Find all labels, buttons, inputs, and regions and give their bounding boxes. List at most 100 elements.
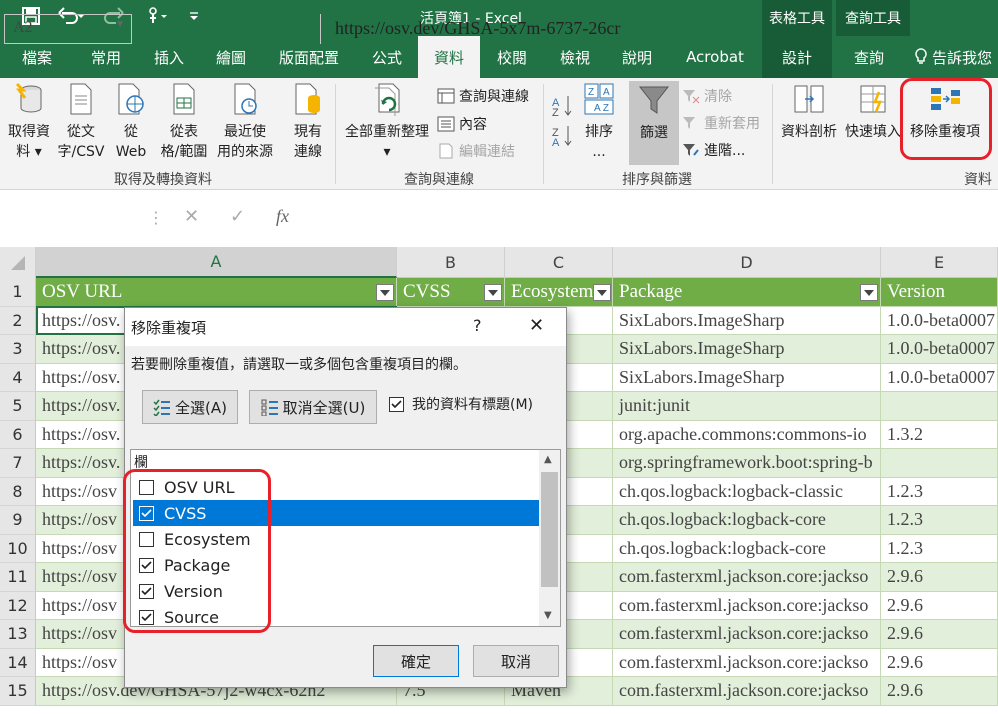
table-cell-d[interactable]: ch.qos.logback:logback-classic bbox=[613, 477, 881, 506]
table-cell-d[interactable]: junit:junit bbox=[613, 392, 881, 421]
row-header[interactable]: 6 bbox=[0, 420, 36, 449]
table-cell-d[interactable]: SixLabors.ImageSharp bbox=[613, 306, 881, 335]
insert-function-icon[interactable]: fx bbox=[276, 206, 289, 227]
row-header[interactable]: 14 bbox=[0, 648, 36, 677]
flash-fill-icon bbox=[860, 85, 886, 113]
enter-entry-icon[interactable]: ✓ bbox=[230, 206, 245, 227]
help-button[interactable]: ? bbox=[473, 316, 482, 335]
table-cell-d[interactable]: org.apache.commons:commons-io bbox=[613, 420, 881, 449]
row-header[interactable]: 3 bbox=[0, 335, 36, 364]
scroll-down-icon[interactable]: ▼ bbox=[544, 610, 552, 621]
table-cell-e[interactable]: 1.2.3 bbox=[881, 534, 998, 563]
text-to-columns-button[interactable]: 資料剖析 bbox=[777, 82, 841, 142]
table-cell-d[interactable]: org.springframework.boot:spring-b bbox=[613, 449, 881, 478]
filter-dropdown-icon[interactable] bbox=[593, 284, 611, 301]
row-header[interactable]: 5 bbox=[0, 392, 36, 421]
table-cell-d[interactable]: ch.qos.logback:logback-core bbox=[613, 506, 881, 535]
cancel-button[interactable]: 取消 bbox=[473, 645, 559, 677]
from-web-button[interactable]: 從 Web bbox=[108, 82, 154, 162]
row-header[interactable]: 15 bbox=[0, 677, 36, 706]
from-table-button[interactable]: 從表 格/範圍 bbox=[156, 82, 212, 162]
table-cell-d[interactable]: com.fasterxml.jackson.core:jackso bbox=[613, 563, 881, 592]
row-header[interactable]: 9 bbox=[0, 506, 36, 535]
column-header-a[interactable]: A bbox=[36, 247, 397, 278]
table-cell-e[interactable]: 2.9.6 bbox=[881, 563, 998, 592]
row-header[interactable]: 2 bbox=[0, 306, 36, 335]
table-cell-e[interactable]: 1.2.3 bbox=[881, 506, 998, 535]
recent-sources-button[interactable]: 最近使 用的來源 bbox=[212, 82, 278, 162]
refresh-all-button[interactable]: 全部重新整理 ▾ bbox=[340, 82, 434, 162]
table-document-icon bbox=[173, 83, 195, 115]
advanced-filter-button[interactable]: 進階... bbox=[682, 140, 745, 160]
clear-filter-button[interactable]: 清除 bbox=[682, 86, 732, 106]
header-cell-version[interactable]: Version bbox=[881, 278, 998, 307]
table-cell-e[interactable]: 1.0.0-beta0007 bbox=[881, 335, 998, 364]
existing-connections-button[interactable]: 現有 連線 bbox=[284, 82, 332, 162]
row-header[interactable]: 1 bbox=[0, 278, 36, 307]
table-cell-e[interactable]: 1.0.0-beta0007 bbox=[881, 306, 998, 335]
filter-dropdown-icon[interactable] bbox=[484, 284, 502, 301]
sort-ascending-icon[interactable]: AZZA bbox=[548, 88, 576, 154]
filter-button[interactable]: 篩選 bbox=[629, 81, 679, 165]
table-cell-e[interactable]: 1.2.3 bbox=[881, 477, 998, 506]
select-all-button[interactable]: 全選(A) bbox=[142, 390, 238, 424]
tab-insert[interactable]: 插入 bbox=[138, 36, 200, 78]
column-header-c[interactable]: C bbox=[505, 247, 613, 278]
header-cell-osv-url[interactable]: OSV URL bbox=[36, 278, 397, 307]
unselect-all-button[interactable]: 取消全選(U) bbox=[249, 390, 377, 424]
table-cell-e[interactable] bbox=[881, 449, 998, 478]
filter-dropdown-icon[interactable] bbox=[376, 284, 394, 301]
sort-icon: Z A A Z bbox=[584, 83, 614, 115]
row-header[interactable]: 7 bbox=[0, 449, 36, 478]
scroll-up-icon[interactable]: ▲ bbox=[544, 454, 552, 465]
name-box[interactable]: A2 ▼ bbox=[4, 14, 132, 44]
table-cell-e[interactable]: 2.9.6 bbox=[881, 648, 998, 677]
has-headers-checkbox[interactable]: 我的資料有標題(M) bbox=[389, 394, 533, 414]
cancel-entry-icon[interactable]: ✕ bbox=[184, 206, 199, 227]
row-header[interactable]: 11 bbox=[0, 563, 36, 592]
table-cell-d[interactable]: com.fasterxml.jackson.core:jackso bbox=[613, 591, 881, 620]
table-cell-e[interactable] bbox=[881, 392, 998, 421]
column-header-b[interactable]: B bbox=[397, 247, 505, 278]
customize-qat-icon[interactable] bbox=[188, 7, 200, 29]
header-cell-package[interactable]: Package bbox=[613, 278, 881, 307]
scrollbar[interactable]: ▲ ▼ bbox=[539, 450, 560, 626]
flash-fill-button[interactable]: 快速填入 bbox=[842, 82, 904, 142]
table-cell-d[interactable]: com.fasterxml.jackson.core:jackso bbox=[613, 620, 881, 649]
checkbox bbox=[389, 396, 404, 412]
table-cell-e[interactable]: 1.3.2 bbox=[881, 420, 998, 449]
column-header-e[interactable]: E bbox=[881, 247, 998, 278]
row-header[interactable]: 13 bbox=[0, 620, 36, 649]
row-header[interactable]: 10 bbox=[0, 534, 36, 563]
table-cell-e[interactable]: 2.9.6 bbox=[881, 620, 998, 649]
properties-button[interactable]: 內容 bbox=[437, 114, 487, 134]
close-icon[interactable]: ✕ bbox=[529, 315, 544, 336]
clear-filter-icon bbox=[683, 90, 700, 104]
get-data-button[interactable]: 取得資 料 ▾ bbox=[2, 82, 56, 162]
column-header-d[interactable]: D bbox=[613, 247, 881, 278]
scrollbar-thumb[interactable] bbox=[541, 472, 558, 587]
table-cell-d[interactable]: com.fasterxml.jackson.core:jackso bbox=[613, 648, 881, 677]
filter-dropdown-icon[interactable] bbox=[860, 284, 878, 301]
row-header[interactable]: 8 bbox=[0, 477, 36, 506]
reapply-button[interactable]: 重新套用 bbox=[682, 113, 760, 133]
from-csv-button[interactable]: 從文 字/CSV bbox=[54, 82, 108, 162]
table-cell-d[interactable]: com.fasterxml.jackson.core:jackso bbox=[613, 677, 881, 706]
row-header[interactable]: 12 bbox=[0, 591, 36, 620]
table-cell-d[interactable]: SixLabors.ImageSharp bbox=[613, 363, 881, 392]
sort-button[interactable]: ZAA Z 排序 ... bbox=[578, 82, 620, 162]
edit-links-button[interactable]: 編輯連結 bbox=[437, 141, 515, 161]
table-cell-e[interactable]: 1.0.0-beta0007 bbox=[881, 363, 998, 392]
table-cell-e[interactable]: 2.9.6 bbox=[881, 591, 998, 620]
table-cell-d[interactable]: ch.qos.logback:logback-core bbox=[613, 534, 881, 563]
ok-button[interactable]: 確定 bbox=[373, 645, 459, 677]
formula-input[interactable]: https://osv.dev/GHSA-5x7m-6737-26cr bbox=[320, 14, 998, 44]
table-cell-e[interactable]: 2.9.6 bbox=[881, 677, 998, 706]
touch-mode-icon[interactable] bbox=[146, 7, 170, 29]
tab-draw[interactable]: 繪圖 bbox=[200, 36, 262, 78]
queries-connections-button[interactable]: 查詢與連線 bbox=[437, 86, 529, 106]
document-icon bbox=[70, 83, 92, 115]
table-cell-d[interactable]: SixLabors.ImageSharp bbox=[613, 335, 881, 364]
row-header[interactable]: 4 bbox=[0, 363, 36, 392]
select-all-corner[interactable] bbox=[0, 247, 36, 278]
